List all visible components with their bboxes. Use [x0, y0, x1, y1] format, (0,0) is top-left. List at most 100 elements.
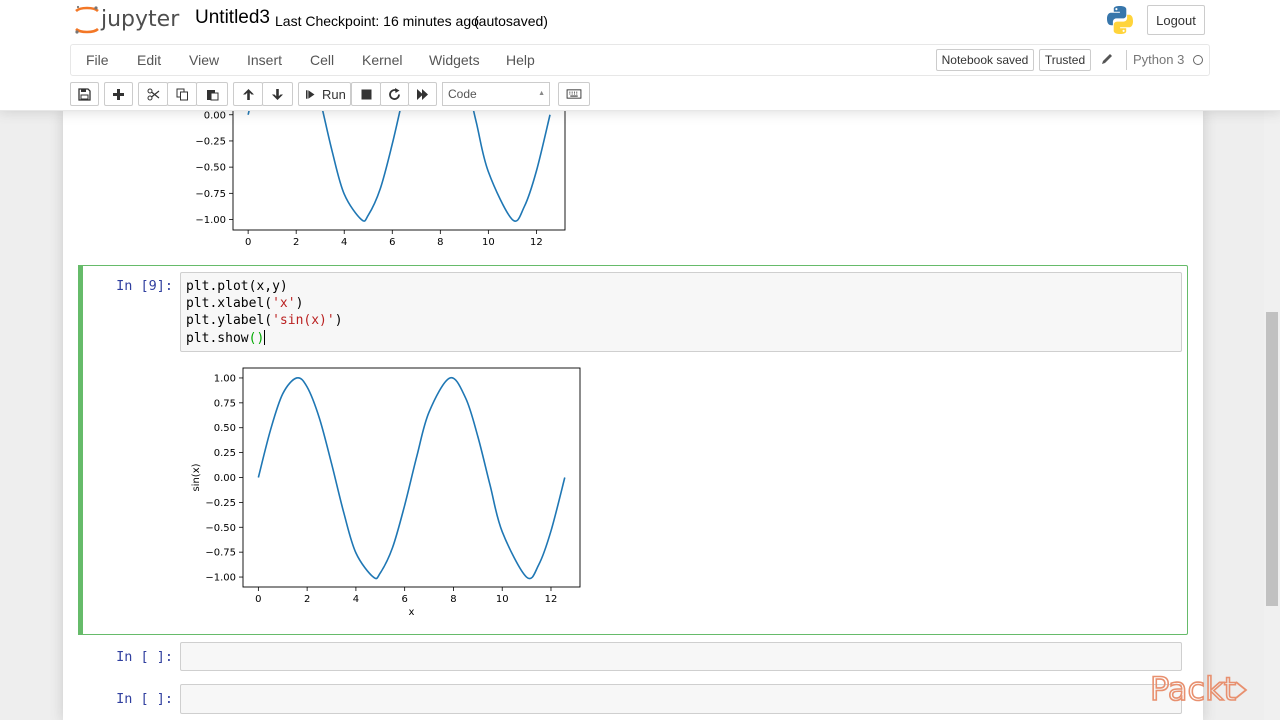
code-editor[interactable] [180, 272, 1182, 352]
code-matched-parens: () [248, 331, 265, 346]
y-tick-label: 1.00 [214, 373, 236, 384]
interrupt-button[interactable] [351, 82, 381, 106]
autosave-status: (autosaved) [474, 13, 548, 29]
menu-widgets[interactable]: Widgets [429, 52, 480, 68]
save-icon [78, 87, 91, 101]
y-tick-label: −0.75 [205, 548, 236, 559]
keyboard-icon [566, 89, 582, 99]
chevron-down-icon: ▲ [538, 90, 545, 97]
plot-axes-frame [232, 110, 566, 231]
x-tick-label: 4 [341, 237, 347, 248]
code-string: 'sin(x)' [272, 313, 335, 328]
packt-watermark-logo: Packt [1149, 669, 1248, 709]
copy-icon [176, 88, 188, 100]
y-tick-label: 0.00 [204, 110, 226, 121]
cut-button[interactable] [138, 82, 168, 106]
y-tick-label: −1.00 [205, 573, 236, 584]
code-text: plt.xlabel( [186, 296, 273, 311]
output-plot: 0 2 4 6 8 10 12 1.00 0.75 0.50 0.25 0.00 −0.25 −0.50 −… [191, 367, 581, 618]
x-tick-label: 12 [530, 237, 543, 248]
x-tick-label: 12 [545, 594, 558, 605]
code-string: 'x' [272, 296, 296, 311]
code-text: ) [295, 296, 304, 311]
restart-button[interactable] [380, 82, 409, 106]
empty-code-editor[interactable] [180, 684, 1182, 714]
run-button[interactable]: Run [298, 82, 351, 106]
cell-selection-bar [78, 265, 83, 635]
menu-file[interactable]: File [86, 52, 109, 68]
kernel-name[interactable]: Python 3 [1133, 52, 1184, 67]
x-tick-label: 8 [437, 237, 443, 248]
menu-cell[interactable]: Cell [310, 52, 334, 68]
sine-series-line [257, 376, 566, 580]
y-tick-label: −0.25 [195, 136, 226, 147]
code-text: plt.ylabel( [186, 313, 273, 328]
cut-icon [147, 88, 159, 100]
code-line: plt.plot(x,y) [186, 279, 288, 294]
save-button[interactable] [70, 82, 99, 106]
x-tick-label: 2 [293, 237, 299, 248]
empty-code-editor[interactable] [180, 642, 1182, 671]
y-tick-label: −1.00 [195, 215, 226, 226]
kernel-separator [1126, 50, 1127, 70]
cell-type-select[interactable]: Code ▲ [442, 82, 550, 106]
x-tick-label: 0 [255, 594, 261, 605]
menu-view[interactable]: View [189, 52, 219, 68]
menu-kernel[interactable]: Kernel [362, 52, 402, 68]
cell-prompt: In [ ]: [116, 691, 173, 707]
scrollbar-thumb[interactable] [1266, 312, 1278, 606]
y-tick-label: 0.75 [214, 398, 236, 409]
run-label: Run [322, 86, 346, 102]
logout-button[interactable]: Logout [1147, 5, 1205, 35]
restart-icon [389, 87, 400, 100]
y-tick-label: −0.75 [195, 189, 226, 200]
arrow-up-icon [242, 88, 254, 100]
y-tick-label: −0.50 [205, 523, 236, 534]
menu-insert[interactable]: Insert [247, 52, 282, 68]
stop-icon [361, 89, 371, 99]
code-text: plt.show [186, 331, 249, 346]
move-up-button[interactable] [233, 82, 263, 106]
text-cursor [264, 330, 266, 345]
run-icon [306, 89, 315, 99]
command-palette-button[interactable] [558, 82, 590, 106]
code-line: plt.ylabel('sin(x)') [186, 313, 343, 328]
y-tick-label: 0.25 [214, 448, 236, 459]
notebook-saved-indicator[interactable]: Notebook saved [936, 49, 1034, 71]
kernel-idle-indicator [1193, 55, 1203, 65]
run-all-button[interactable] [408, 82, 437, 106]
jupyter-logo[interactable]: jupyter [72, 4, 184, 38]
y-tick-label: −0.25 [205, 498, 236, 509]
svg-text:Packt: Packt [1150, 670, 1236, 708]
x-tick-label: 4 [353, 594, 359, 605]
logo-text: jupyter [100, 7, 180, 32]
menu-edit[interactable]: Edit [137, 52, 161, 68]
y-tick-label: −0.50 [195, 163, 226, 174]
copy-button[interactable] [167, 82, 197, 106]
menu-help[interactable]: Help [506, 52, 535, 68]
y-axis-label: sin(x) [191, 463, 202, 491]
pencil-icon[interactable] [1100, 52, 1114, 66]
paste-button[interactable] [196, 82, 228, 106]
x-tick-label: 10 [496, 594, 509, 605]
code-text: plt.plot(x,y) [186, 279, 288, 294]
notebook-name[interactable]: Untitled3 [195, 7, 270, 29]
header: jupyter Untitled3 Last Checkpoint: 16 mi… [0, 0, 1280, 111]
x-axis-label: x [409, 607, 415, 618]
y-tick-label: 0.00 [214, 473, 236, 484]
x-tick-label: 6 [401, 594, 407, 605]
y-tick-label: 0.50 [214, 423, 236, 434]
x-tick-label: 2 [304, 594, 310, 605]
x-tick-label: 10 [482, 237, 495, 248]
sine-series-line [247, 110, 551, 222]
plus-icon [113, 88, 124, 100]
move-down-button[interactable] [262, 82, 293, 106]
insert-cell-button[interactable] [104, 82, 133, 106]
x-tick-label: 8 [450, 594, 456, 605]
trusted-indicator[interactable]: Trusted [1039, 49, 1091, 71]
python-icon [1107, 6, 1133, 35]
code-line: plt.xlabel('x') [186, 296, 303, 311]
cell-prompt: In [ ]: [116, 649, 173, 665]
previous-output-plot: 0 2 4 6 8 10 12 0.00 −0.25 −0.50 −0.75 −1.00 [195, 110, 566, 248]
fast-forward-icon [417, 88, 428, 100]
